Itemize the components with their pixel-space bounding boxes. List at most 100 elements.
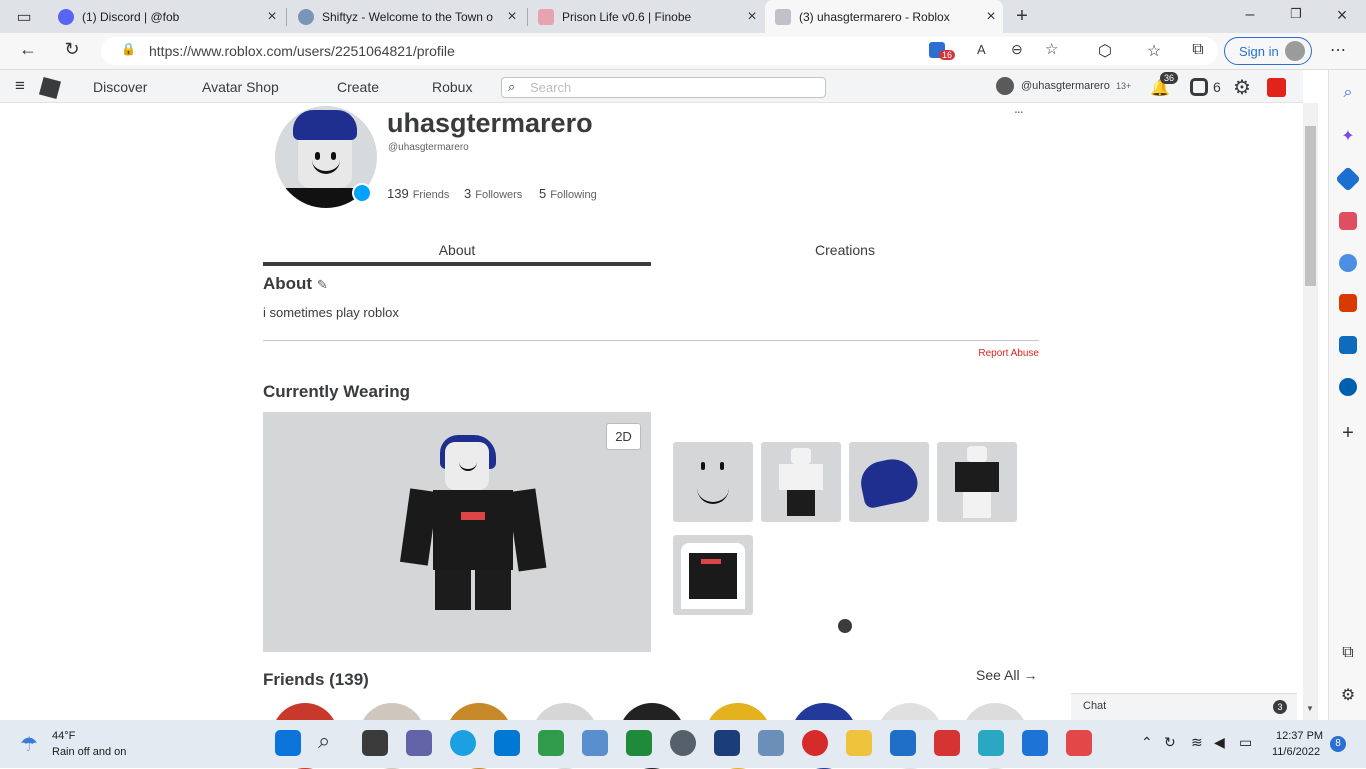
app-icon[interactable] xyxy=(714,730,740,756)
nav-avatar-shop[interactable]: Avatar Shop xyxy=(202,79,279,95)
see-all-link[interactable]: See All → xyxy=(976,667,1037,683)
notification-badge[interactable]: 8 xyxy=(1330,736,1346,752)
app-icon[interactable] xyxy=(890,730,916,756)
games-sidebar-icon[interactable] xyxy=(1339,254,1357,272)
extensions-icon[interactable]: ⬡ xyxy=(1093,41,1117,61)
app-icon[interactable] xyxy=(582,730,608,756)
office-sidebar-icon[interactable] xyxy=(1339,294,1357,312)
item-shirt-pants[interactable] xyxy=(937,442,1017,522)
hamburger-menu-icon[interactable]: ≡ xyxy=(8,76,32,96)
close-tab-icon[interactable]: × xyxy=(260,8,284,26)
favorites-icon[interactable]: ☆ xyxy=(1142,41,1166,61)
report-abuse-link[interactable]: Report Abuse xyxy=(940,348,1039,359)
nav-create[interactable]: Create xyxy=(337,79,379,95)
read-aloud-icon[interactable]: A xyxy=(977,42,986,57)
roblox-studio-icon[interactable] xyxy=(1066,730,1092,756)
tab-shiftyz[interactable]: Shiftyz - Welcome to the Town o × xyxy=(288,0,524,33)
zoom-icon[interactable]: ⊖ xyxy=(1011,41,1023,58)
url-text[interactable]: https://www.roblox.com/users/2251064821/… xyxy=(149,43,455,59)
show-hidden-icon[interactable]: ⌃ xyxy=(1141,734,1153,751)
back-icon[interactable]: ← xyxy=(16,39,40,60)
user-avatar-icon[interactable] xyxy=(996,77,1014,95)
battery-icon[interactable]: ▭ xyxy=(1239,734,1252,751)
address-bar[interactable]: 🔒 https://www.roblox.com/users/225106482… xyxy=(101,37,1218,65)
weather-icon[interactable]: ☂ xyxy=(20,732,38,757)
refresh-icon[interactable]: ↻ xyxy=(60,39,84,60)
app-icon[interactable] xyxy=(538,730,564,756)
item-outfit[interactable] xyxy=(761,442,841,522)
pager-dot[interactable] xyxy=(838,619,852,633)
following-stat[interactable]: 5 Following xyxy=(539,186,597,201)
friends-stat[interactable]: 139 Friends xyxy=(387,186,449,201)
lock-icon[interactable]: 🔒 xyxy=(121,42,136,56)
item-roblox-tshirt[interactable] xyxy=(673,535,753,615)
edit-icon[interactable]: ✎ xyxy=(317,277,328,292)
about-heading: About ✎ xyxy=(263,274,328,294)
tab-creations[interactable]: Creations xyxy=(651,234,1039,266)
sync-icon[interactable]: ↻ xyxy=(1164,734,1176,751)
restore-icon[interactable]: ❐ xyxy=(1284,6,1308,22)
toggle-2d-button[interactable]: 2D xyxy=(606,423,641,450)
add-sidebar-icon[interactable]: + xyxy=(1336,422,1360,445)
search-input[interactable]: ⌕ Search xyxy=(501,77,826,98)
sidebar-settings-icon[interactable]: ⚙ xyxy=(1336,685,1360,705)
hide-sidebar-icon[interactable]: ⧉ xyxy=(1336,644,1360,662)
weather-temperature[interactable]: 44°F xyxy=(52,730,75,742)
more-menu-icon[interactable]: ⋯ xyxy=(1326,40,1350,60)
store-icon[interactable] xyxy=(494,730,520,756)
discover-sidebar-icon[interactable]: ✦ xyxy=(1336,126,1360,146)
settings-taskbar-icon[interactable] xyxy=(670,730,696,756)
vpn-icon[interactable] xyxy=(978,730,1004,756)
roblox-badge-icon[interactable] xyxy=(1267,78,1286,97)
outlook-sidebar-icon[interactable] xyxy=(1339,336,1357,354)
scrollbar-thumb[interactable] xyxy=(1305,126,1316,286)
search-taskbar-icon[interactable]: ⌕ xyxy=(318,728,330,754)
chat-bar[interactable]: Chat 3 xyxy=(1071,693,1297,720)
chat-app-icon[interactable] xyxy=(406,730,432,756)
close-tab-icon[interactable]: × xyxy=(740,8,764,26)
sign-in-button[interactable]: Sign in xyxy=(1224,37,1312,65)
close-tab-icon[interactable]: × xyxy=(500,8,524,26)
nav-robux[interactable]: Robux xyxy=(432,79,472,95)
profile-more-icon[interactable]: ... xyxy=(1014,100,1024,116)
volume-icon[interactable]: ◀ xyxy=(1214,734,1225,751)
file-explorer-icon[interactable] xyxy=(846,730,872,756)
settings-icon[interactable]: ⚙ xyxy=(1233,75,1251,100)
roblox-logo-icon[interactable] xyxy=(38,76,62,100)
nav-discover[interactable]: Discover xyxy=(93,79,147,95)
pinned-app-sidebar-icon[interactable] xyxy=(1339,378,1357,396)
record-icon[interactable] xyxy=(802,730,828,756)
robux-count[interactable]: 6 xyxy=(1213,79,1221,95)
close-window-icon[interactable]: × xyxy=(1330,5,1354,26)
robux-icon[interactable] xyxy=(1190,78,1208,96)
new-tab-icon[interactable]: + xyxy=(1010,5,1034,28)
app-icon[interactable] xyxy=(934,730,960,756)
tab-discord[interactable]: (1) Discord | @fob × xyxy=(48,0,284,33)
followers-stat[interactable]: 3 Followers xyxy=(464,186,522,201)
start-icon[interactable] xyxy=(275,730,301,756)
clock-time[interactable]: 12:37 PM xyxy=(1276,730,1323,742)
collections-icon[interactable]: ⧉ xyxy=(1186,41,1210,59)
search-sidebar-icon[interactable]: ⌕ xyxy=(1336,84,1360,102)
close-tab-icon[interactable]: × xyxy=(979,8,1003,26)
account-name[interactable]: @uhasgtermarero xyxy=(1021,80,1110,92)
clock-date[interactable]: 11/6/2022 xyxy=(1272,746,1320,758)
item-blue-hair[interactable] xyxy=(849,442,929,522)
app-icon[interactable] xyxy=(758,730,784,756)
task-view-icon[interactable] xyxy=(362,730,388,756)
edge-taskbar-icon[interactable] xyxy=(450,730,476,756)
defender-icon[interactable] xyxy=(1022,730,1048,756)
tab-roblox-profile[interactable]: (3) uhasgtermarero - Roblox × xyxy=(765,0,1003,33)
wifi-icon[interactable]: ≋ xyxy=(1191,734,1203,751)
tab-actions-icon[interactable]: ▭ xyxy=(12,7,36,27)
minimize-icon[interactable]: – xyxy=(1238,6,1262,24)
weather-description[interactable]: Rain off and on xyxy=(52,746,126,758)
tab-prison-life[interactable]: Prison Life v0.6 | Finobe × xyxy=(528,0,764,33)
favorite-icon[interactable]: ☆ xyxy=(1045,40,1058,58)
avatar-3d-view[interactable] xyxy=(263,412,651,652)
tools-sidebar-icon[interactable] xyxy=(1339,212,1357,230)
scroll-down-icon[interactable]: ▼ xyxy=(1306,704,1314,713)
shopping-sidebar-icon[interactable] xyxy=(1335,166,1361,192)
item-smile-face[interactable] xyxy=(673,442,753,522)
solitaire-icon[interactable] xyxy=(626,730,652,756)
